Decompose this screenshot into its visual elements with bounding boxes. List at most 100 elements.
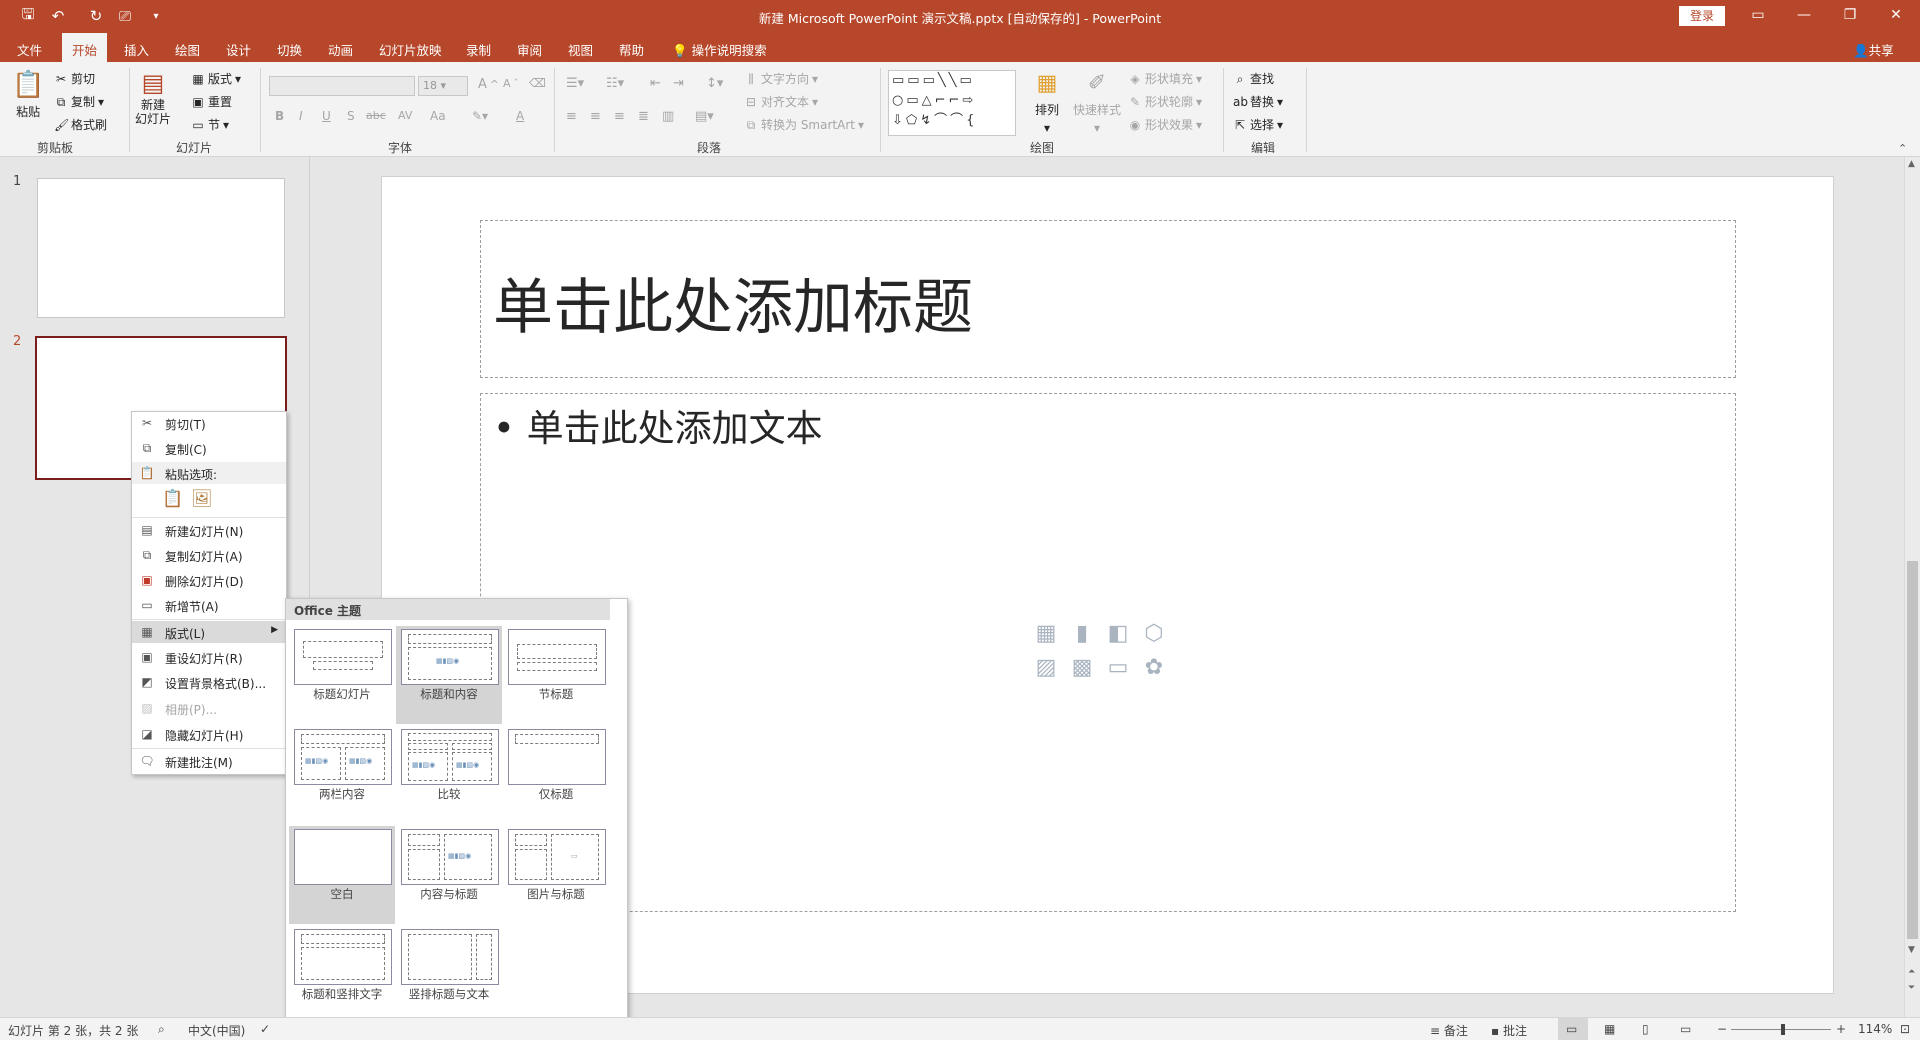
paste-button[interactable]: 📋 粘贴 — [12, 70, 44, 120]
previous-slide-icon[interactable]: ⏶ — [1908, 967, 1915, 977]
font-color-button[interactable]: A — [516, 109, 524, 123]
format-painter-button[interactable]: 🖌 格式刷 — [54, 116, 107, 133]
clear-formatting-icon[interactable]: ⌫ — [529, 76, 546, 90]
menu-item-reset-slide[interactable]: ▣ 重设幻灯片(R) — [132, 646, 286, 668]
slideshow-icon[interactable]: ▭ — [1680, 1022, 1691, 1036]
scrollbar-thumb[interactable] — [1907, 561, 1918, 939]
menu-item-duplicate-slide[interactable]: ⧉ 复制幻灯片(A) — [132, 544, 286, 566]
shape-fill-button[interactable]: ◈ 形状填充 ▾ — [1128, 70, 1202, 87]
insert-picture-icon[interactable]: ▨ — [1031, 654, 1061, 682]
copy-button[interactable]: ⧉ 复制 ▾ — [54, 93, 104, 110]
menu-item-new-slide[interactable]: ▤ 新建幻灯片(N) — [132, 519, 286, 541]
accessibility-icon[interactable]: ⌕ — [158, 1022, 165, 1037]
menu-item-copy[interactable]: ⧉ 复制(C) — [132, 437, 286, 459]
layout-two-content[interactable]: ▦▮▧◉ ▦▮▧◉ 两栏内容 — [289, 726, 395, 824]
share-button[interactable]: 👤共享 — [1853, 40, 1894, 59]
close-button[interactable]: ✕ — [1881, 4, 1911, 26]
shape-effects-button[interactable]: ◉ 形状效果 ▾ — [1128, 116, 1202, 133]
insert-online-picture-icon[interactable]: ▩ — [1067, 654, 1097, 682]
layout-button[interactable]: ▦ 版式 ▾ — [191, 70, 241, 87]
layout-vertical-title-and-text[interactable]: 竖排标题与文本 — [396, 926, 502, 1024]
character-spacing-button[interactable]: AV — [398, 109, 412, 122]
italic-button[interactable]: I — [299, 109, 303, 123]
align-right-icon[interactable]: ≡ — [614, 109, 625, 124]
layout-picture-with-caption[interactable]: ▭ 图片与标题 — [503, 826, 609, 924]
zoom-level[interactable]: 114% — [1858, 1022, 1892, 1036]
slide-sorter-icon[interactable]: ▦ — [1604, 1022, 1615, 1036]
change-case-button[interactable]: Aa — [430, 109, 446, 123]
slide-thumbnail-1[interactable] — [37, 178, 285, 318]
decrease-indent-icon[interactable]: ⇤ — [650, 76, 661, 91]
ribbon-display-options-icon[interactable]: ▭ — [1743, 4, 1773, 26]
insert-3d-model-icon[interactable]: ⬡ — [1139, 620, 1169, 648]
spellcheck-icon[interactable]: ✓ — [260, 1022, 270, 1036]
vertical-scrollbar[interactable]: ▲ ▼ ⏶ ⏷ — [1904, 157, 1920, 1017]
tab-review[interactable]: 审阅 — [517, 40, 542, 59]
insert-table-icon[interactable]: ▦ — [1031, 620, 1061, 648]
select-button[interactable]: ⇱ 选择 ▾ — [1233, 116, 1283, 133]
menu-item-add-section[interactable]: ▭ 新增节(A) — [132, 594, 286, 616]
reset-button[interactable]: ▣ 重置 — [191, 93, 232, 110]
bold-button[interactable]: B — [275, 109, 284, 123]
columns-icon[interactable]: ▤▾ — [695, 109, 714, 124]
insert-video-icon[interactable]: ▭ — [1103, 654, 1133, 682]
layout-title-and-content[interactable]: ▦▮▧◉ 标题和内容 — [396, 626, 502, 724]
bullets-icon[interactable]: ☰▾ — [566, 76, 584, 91]
fit-to-window-icon[interactable]: ⊡ — [1900, 1022, 1910, 1036]
tab-animations[interactable]: 动画 — [328, 40, 353, 59]
zoom-out-icon[interactable]: − — [1717, 1022, 1727, 1036]
strikethrough-button[interactable]: abc — [366, 109, 386, 122]
maximize-button[interactable]: ❐ — [1835, 4, 1865, 26]
tab-file[interactable]: 文件 — [17, 40, 42, 59]
insert-chart-icon[interactable]: ▮ — [1067, 620, 1097, 648]
menu-item-hide-slide[interactable]: ◪ 隐藏幻灯片(H) — [132, 723, 286, 745]
font-size-combo[interactable]: 18 ▾ — [418, 76, 468, 96]
menu-item-layout[interactable]: ▦ 版式(L) ▶ — [132, 621, 286, 643]
smartart-button[interactable]: ⧉ 转换为 SmartArt ▾ — [744, 116, 864, 133]
layout-content-with-caption[interactable]: ▦▮▧◉ 内容与标题 — [396, 826, 502, 924]
scroll-down-icon[interactable]: ▼ — [1908, 945, 1915, 955]
tab-design[interactable]: 设计 — [226, 40, 251, 59]
highlight-icon[interactable]: ✎▾ — [472, 109, 488, 123]
layout-comparison[interactable]: ▦▮▧◉ ▦▮▧◉ 比较 — [396, 726, 502, 824]
tab-transitions[interactable]: 切换 — [277, 40, 302, 59]
menu-item-new-comment[interactable]: 🗨 新建批注(M) — [132, 750, 286, 772]
scroll-up-icon[interactable]: ▲ — [1908, 159, 1915, 169]
login-button[interactable]: 登录 — [1679, 6, 1725, 26]
increase-indent-icon[interactable]: ⇥ — [673, 76, 684, 91]
tab-view[interactable]: 视图 — [568, 40, 593, 59]
shape-outline-button[interactable]: ✎ 形状轮廓 ▾ — [1128, 93, 1202, 110]
new-slide-button[interactable]: ▤ 新建 幻灯片 — [135, 68, 171, 126]
menu-item-delete-slide[interactable]: ▣ 删除幻灯片(D) — [132, 569, 286, 591]
zoom-in-icon[interactable]: + — [1836, 1022, 1846, 1036]
cut-button[interactable]: ✂ 剪切 — [54, 70, 95, 87]
paste-keep-formatting-icon[interactable]: 📋 — [162, 489, 183, 509]
justify-icon[interactable]: ≣ — [638, 109, 649, 124]
replace-button[interactable]: ab 替换 ▾ — [1233, 93, 1283, 110]
arrange-button[interactable]: ▦ 排列 ▾ — [1035, 70, 1059, 135]
section-button[interactable]: ▭ 节 ▾ — [191, 116, 229, 133]
underline-button[interactable]: U — [322, 109, 331, 123]
comments-button[interactable]: ▪ 批注 — [1491, 1022, 1527, 1039]
shapes-gallery[interactable]: ▭▭▭╲╲▭ ○▭△⌐⌐⇨ ⇩⬠↯⌒⌒{ — [888, 70, 1016, 136]
menu-item-cut[interactable]: ✂ 剪切(T) — [132, 412, 286, 434]
distributed-icon[interactable]: ▥ — [662, 109, 674, 124]
insert-icon-icon[interactable]: ✿ — [1139, 654, 1169, 682]
tell-me-search[interactable]: 💡 操作说明搜索 — [672, 40, 767, 59]
minimize-button[interactable]: — — [1789, 4, 1819, 26]
tab-draw[interactable]: 绘图 — [175, 40, 200, 59]
title-placeholder[interactable]: 单击此处添加标题 — [480, 220, 1736, 378]
tab-slideshow[interactable]: 幻灯片放映 — [379, 40, 442, 59]
line-spacing-icon[interactable]: ↕▾ — [706, 76, 723, 91]
next-slide-icon[interactable]: ⏷ — [1908, 983, 1915, 993]
shrink-font-button[interactable]: Aˇ — [503, 77, 518, 90]
layout-title-only[interactable]: 仅标题 — [503, 726, 609, 824]
align-left-icon[interactable]: ≡ — [566, 109, 577, 124]
layout-blank[interactable]: 空白 — [289, 826, 395, 924]
tab-record[interactable]: 录制 — [466, 40, 491, 59]
shadow-button[interactable]: S — [347, 109, 355, 123]
text-direction-button[interactable]: ⫼ 文字方向 ▾ — [744, 70, 818, 87]
notes-button[interactable]: ≡ 备注 — [1430, 1022, 1468, 1039]
find-button[interactable]: ⌕ 查找 — [1233, 70, 1274, 87]
align-text-button[interactable]: ⊟ 对齐文本 ▾ — [744, 93, 818, 110]
